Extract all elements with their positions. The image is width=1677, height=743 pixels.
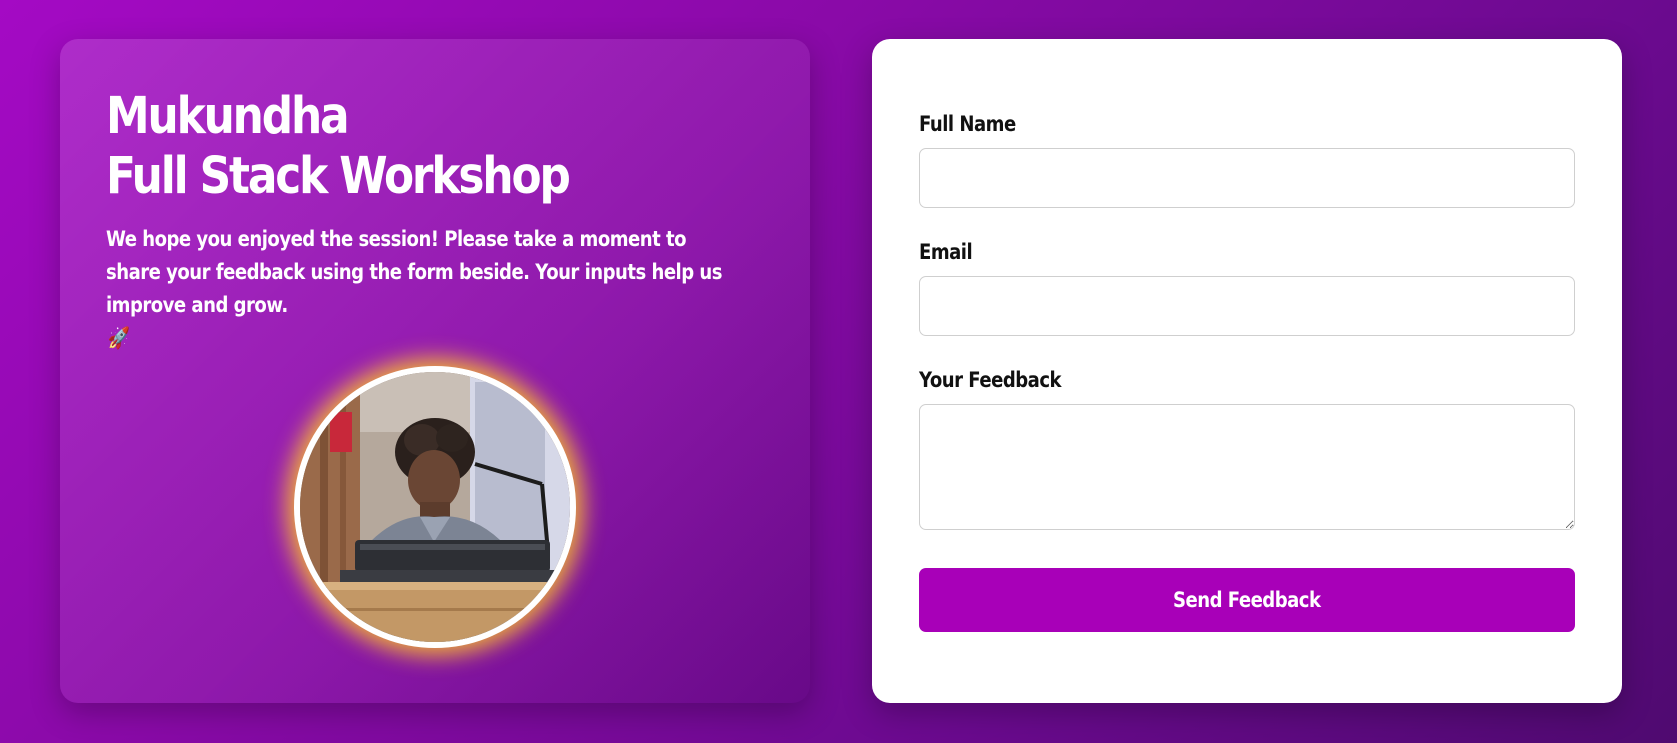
title-line-event: Full Stack Workshop [106,147,571,206]
send-feedback-label: Send Feedback [1173,588,1321,612]
welcome-panel: Mukundha Full Stack Workshop We hope you… [60,39,810,703]
speaker-photo-icon [300,372,570,642]
full-name-input[interactable] [919,148,1575,208]
page-title: Mukundha Full Stack Workshop [106,87,672,207]
full-name-label: Full Name [919,112,1016,136]
feedback-textarea[interactable] [919,404,1575,530]
feedback-form: Full Name Email Your Feedback Send Feedb… [872,39,1622,703]
rocket-icon: 🚀 [107,326,130,350]
feedback-label: Your Feedback [919,368,1062,392]
email-label: Email [919,240,973,264]
email-field[interactable] [919,276,1575,336]
intro-text: We hope you enjoyed the session! Please … [106,223,738,355]
title-line-brand: Mukundha [106,87,350,146]
avatar [294,366,576,648]
send-feedback-button[interactable]: Send Feedback [919,568,1575,632]
intro-message: We hope you enjoyed the session! Please … [106,227,723,317]
